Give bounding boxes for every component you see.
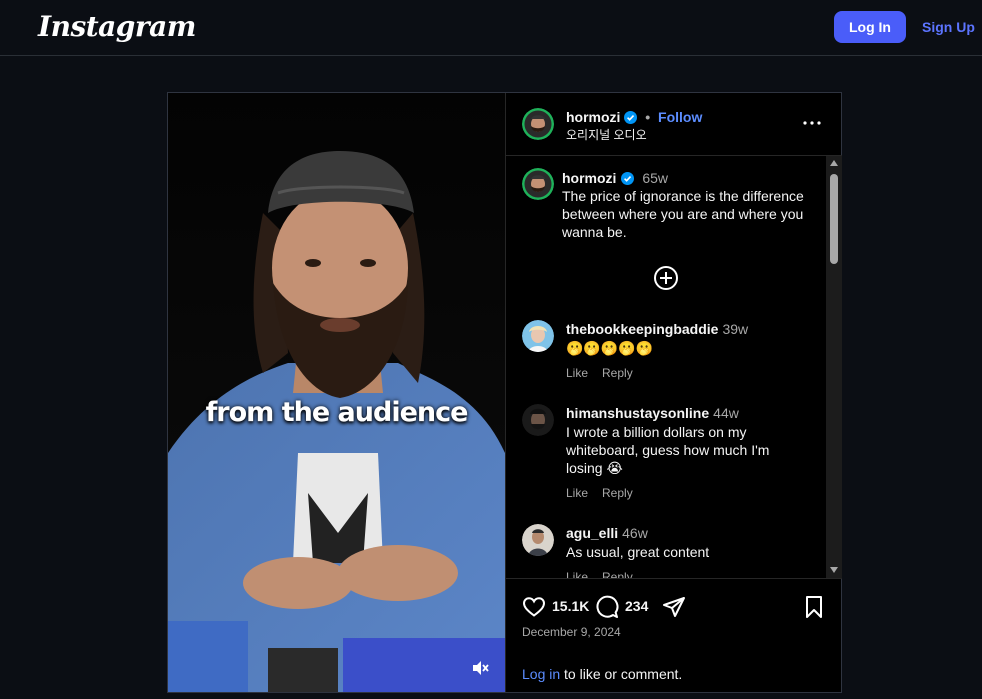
scroll-down-arrow-icon[interactable] [829, 566, 839, 574]
comment-username[interactable]: himanshustaysonline [566, 405, 709, 421]
comment-actions: Like Reply [566, 570, 647, 578]
separator-dot: • [645, 109, 651, 125]
follow-button[interactable]: Follow [658, 109, 702, 125]
comment-time[interactable]: 39w [722, 321, 748, 337]
caption-text: The price of ignorance is the difference… [562, 188, 804, 240]
scroll-up-arrow-icon[interactable] [829, 159, 839, 167]
comment-header: himanshustaysonline 44w [566, 405, 739, 423]
verified-badge-icon [624, 111, 638, 124]
avatar[interactable] [522, 404, 554, 436]
like-count[interactable]: 15.1K [552, 598, 589, 614]
post-actions-footer: 15.1K 234 December 9, 2024 Log in to lik… [506, 578, 842, 692]
video-caption-overlay: from the audience [205, 397, 469, 428]
plus-circle-icon[interactable] [653, 265, 679, 291]
avatar[interactable] [522, 524, 554, 556]
comment-actions: Like Reply [566, 366, 647, 380]
caption-username[interactable]: hormozi [562, 170, 616, 186]
instagram-logo[interactable]: Instagram [38, 10, 196, 43]
comment-text: I wrote a billion dollars on my whiteboa… [566, 424, 770, 476]
avatar[interactable] [522, 320, 554, 352]
comment-username[interactable]: agu_elli [566, 525, 618, 541]
comment-header: thebookkeepingbaddie 39w [566, 321, 748, 339]
comment-reply-button[interactable]: Reply [602, 486, 633, 500]
comment-header: agu_elli 46w [566, 525, 648, 543]
avatar[interactable] [522, 108, 554, 140]
signup-link[interactable]: Sign Up [922, 19, 975, 35]
comment-like-button[interactable]: Like [566, 486, 588, 500]
comment-text: As usual, great content [566, 544, 710, 560]
more-options-icon[interactable] [802, 113, 822, 133]
comments-list[interactable]: hormozi 65w The price of ignorance is th… [506, 156, 826, 578]
comment-like-button[interactable]: Like [566, 570, 588, 578]
comment-text: 🫢🫢🫢🫢🫢 [566, 340, 654, 356]
comment-time[interactable]: 44w [713, 405, 739, 421]
comment-count[interactable]: 234 [625, 598, 648, 614]
comment-bubble-icon[interactable] [595, 595, 619, 619]
author-username[interactable]: hormozi [566, 109, 620, 125]
login-button[interactable]: Log In [834, 11, 906, 43]
avatar[interactable] [522, 168, 554, 200]
login-prompt-text: to like or comment. [560, 666, 683, 682]
bookmark-icon[interactable] [802, 595, 826, 619]
caption-header: hormozi 65w [562, 170, 668, 188]
comment-like-button[interactable]: Like [566, 366, 588, 380]
heart-icon[interactable] [522, 595, 546, 619]
speaker-muted-icon[interactable] [470, 658, 490, 678]
top-navigation-bar: Instagram Log In Sign Up [0, 0, 982, 56]
video-frame-illustration [168, 93, 505, 692]
login-link[interactable]: Log in [522, 666, 560, 682]
caption-time[interactable]: 65w [642, 170, 668, 186]
comment-username[interactable]: thebookkeepingbaddie [566, 321, 718, 337]
scrollbar-thumb[interactable] [830, 174, 838, 264]
comment-time[interactable]: 46w [622, 525, 648, 541]
comment-reply-button[interactable]: Reply [602, 570, 633, 578]
comment-actions: Like Reply [566, 486, 647, 500]
comments-scrollbar[interactable] [826, 156, 842, 578]
reel-video[interactable]: from the audience [168, 93, 505, 692]
post-header: hormozi • Follow 오리지널 오디오 [506, 93, 842, 156]
comment-reply-button[interactable]: Reply [602, 366, 633, 380]
audio-label[interactable]: 오리지널 오디오 [566, 126, 647, 143]
verified-badge-icon [620, 172, 634, 185]
paper-plane-icon[interactable] [662, 595, 686, 619]
login-prompt: Log in to like or comment. [522, 666, 682, 682]
post-author: hormozi • Follow [566, 109, 702, 125]
post-container: from the audience hormozi • Follow 오리지널 … [167, 92, 842, 693]
post-side-panel: hormozi • Follow 오리지널 오디오 hormozi 65w Th… [505, 93, 842, 692]
post-date[interactable]: December 9, 2024 [522, 625, 621, 639]
